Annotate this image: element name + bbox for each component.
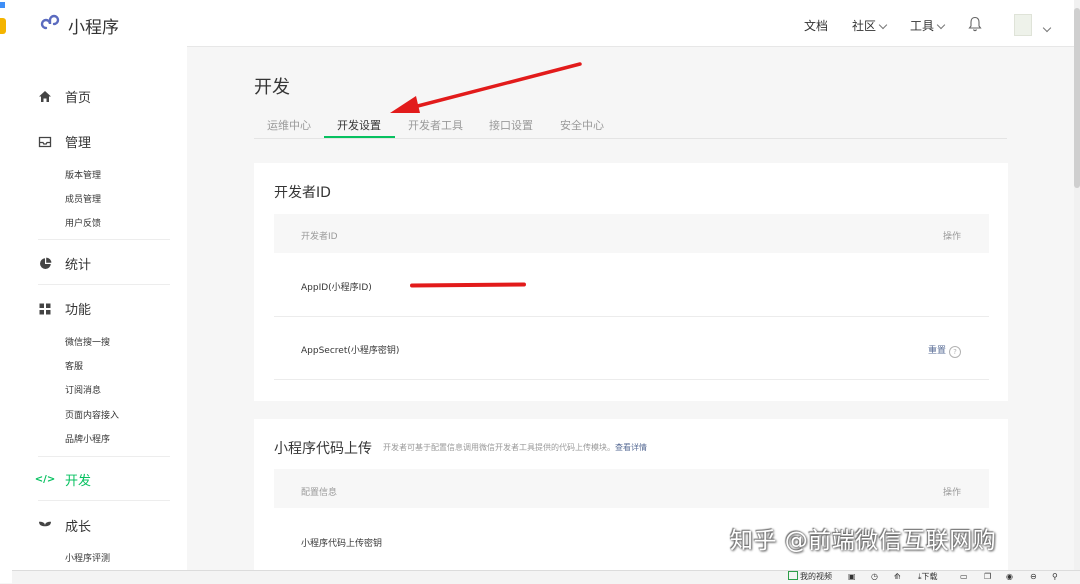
sidebar-subitem-members[interactable]: 成员管理 [65, 192, 101, 205]
active-tab-underline [324, 136, 395, 138]
grid-icon [38, 302, 52, 316]
search-icon[interactable]: ⚲ [1052, 570, 1058, 583]
nav-community-label: 社区 [852, 19, 877, 33]
view-details-link[interactable]: 查看详情 [615, 443, 647, 452]
chevron-down-icon[interactable] [1040, 18, 1052, 37]
my-video-button[interactable]: 我的视频 [788, 570, 832, 583]
sidebar-item-stats[interactable]: 统计 [38, 254, 91, 273]
screenshot-icon[interactable]: ▭ [960, 570, 968, 583]
sidebar-divider [38, 500, 170, 501]
copy-icon[interactable]: ❐ [984, 570, 991, 583]
video-icon [788, 571, 798, 580]
miniprogram-logo-icon[interactable] [40, 13, 62, 35]
appid-label: AppID(小程序ID) [301, 283, 372, 293]
code-upload-card-title: 小程序代码上传 [274, 441, 372, 457]
zoom-out-icon[interactable]: ⊖ [1030, 570, 1037, 583]
logo-text[interactable]: 小程序 [68, 13, 119, 38]
scrollbar-thumb[interactable] [1074, 8, 1080, 188]
developer-id-card-title: 开发者ID [274, 185, 331, 201]
tab-dev-settings[interactable]: 开发设置 [337, 117, 381, 133]
bell-icon[interactable] [968, 16, 982, 32]
sidebar-item-label: 首页 [65, 91, 92, 106]
sidebar-divider [38, 456, 170, 457]
sidebar-divider [38, 239, 170, 240]
sidebar-item-develop[interactable]: </> 开发 [34, 470, 92, 489]
sidebar-item-label: 成长 [65, 520, 92, 535]
inbox-icon [38, 135, 52, 149]
tab-ops-center[interactable]: 运维中心 [267, 117, 311, 133]
reset-label[interactable]: 重置 [928, 346, 946, 356]
sidebar-item-manage[interactable]: 管理 [38, 132, 91, 151]
nav-tools-label: 工具 [910, 19, 935, 33]
sidebar-item-label: 功能 [65, 303, 92, 318]
nav-community[interactable]: 社区 [852, 17, 888, 34]
nav-tools[interactable]: 工具 [910, 17, 946, 34]
clock-icon[interactable]: ◷ [871, 570, 878, 583]
col-developer-id: 开发者ID [301, 232, 338, 242]
sprout-icon [38, 519, 52, 533]
annotation-arrow [390, 62, 582, 113]
sidebar-subitem-review[interactable]: 小程序评测 [65, 551, 110, 564]
appsecret-label: AppSecret(小程序密钥) [301, 346, 400, 356]
edge-marker-yellow [0, 18, 6, 34]
home-icon [38, 90, 52, 104]
col-config-info: 配置信息 [301, 488, 338, 498]
chevron-down-icon [878, 20, 888, 30]
table-row-divider [274, 379, 989, 380]
sidebar-item-label: 开发 [65, 474, 92, 489]
avatar[interactable] [1014, 14, 1032, 36]
sidebar-subitem-service[interactable]: 客服 [65, 359, 83, 372]
sidebar-divider [38, 284, 170, 285]
rocket-icon[interactable]: ⟰ [894, 570, 901, 583]
reset-link[interactable]: 重置? [928, 343, 962, 358]
developer-id-table-header [274, 214, 989, 253]
my-video-label: 我的视频 [800, 572, 832, 581]
sidebar-item-label: 统计 [65, 258, 92, 273]
sidebar-subitem-search[interactable]: 微信搜一搜 [65, 335, 110, 348]
sidebar-subitem-version[interactable]: 版本管理 [65, 168, 101, 181]
sidebar-subitem-feedback[interactable]: 用户反馈 [65, 216, 101, 229]
sidebar-item-label: 管理 [65, 136, 92, 151]
sidebar-item-features[interactable]: 功能 [38, 299, 91, 318]
download-button[interactable]: ⤓下载 [918, 570, 938, 583]
sidebar-subitem-subscribe[interactable]: 订阅消息 [65, 383, 101, 396]
code-upload-description: 开发者可基于配置信息调用微信开发者工具提供的代码上传模块。查看详情 [383, 442, 647, 453]
sidebar-item-growth[interactable]: 成长 [38, 516, 91, 535]
watermark-text: 知乎 @前端微信互联网购 [730, 528, 997, 554]
image-icon[interactable]: ▣ [848, 570, 856, 583]
page-title: 开发 [254, 77, 290, 98]
chevron-down-icon [936, 20, 946, 30]
sound-icon[interactable]: ◉ [1006, 570, 1013, 583]
table-row-divider [274, 316, 989, 317]
tab-divider [254, 138, 1007, 139]
edge-marker-blue [0, 2, 5, 8]
download-label: 下载 [921, 572, 938, 581]
upload-table-header [274, 469, 989, 508]
sidebar-subitem-content[interactable]: 页面内容接入 [65, 408, 119, 421]
col-action: 操作 [943, 488, 962, 498]
sidebar-subitem-brand[interactable]: 品牌小程序 [65, 432, 110, 445]
code-icon: </> [34, 474, 56, 485]
sidebar-item-home[interactable]: 首页 [38, 87, 91, 106]
code-upload-desc-text: 开发者可基于配置信息调用微信开发者工具提供的代码上传模块。 [383, 443, 615, 452]
nav-docs[interactable]: 文档 [804, 17, 828, 34]
help-icon[interactable]: ? [949, 346, 962, 358]
upload-key-label: 小程序代码上传密钥 [301, 539, 383, 549]
pie-chart-icon [38, 257, 52, 271]
col-action: 操作 [943, 232, 962, 242]
